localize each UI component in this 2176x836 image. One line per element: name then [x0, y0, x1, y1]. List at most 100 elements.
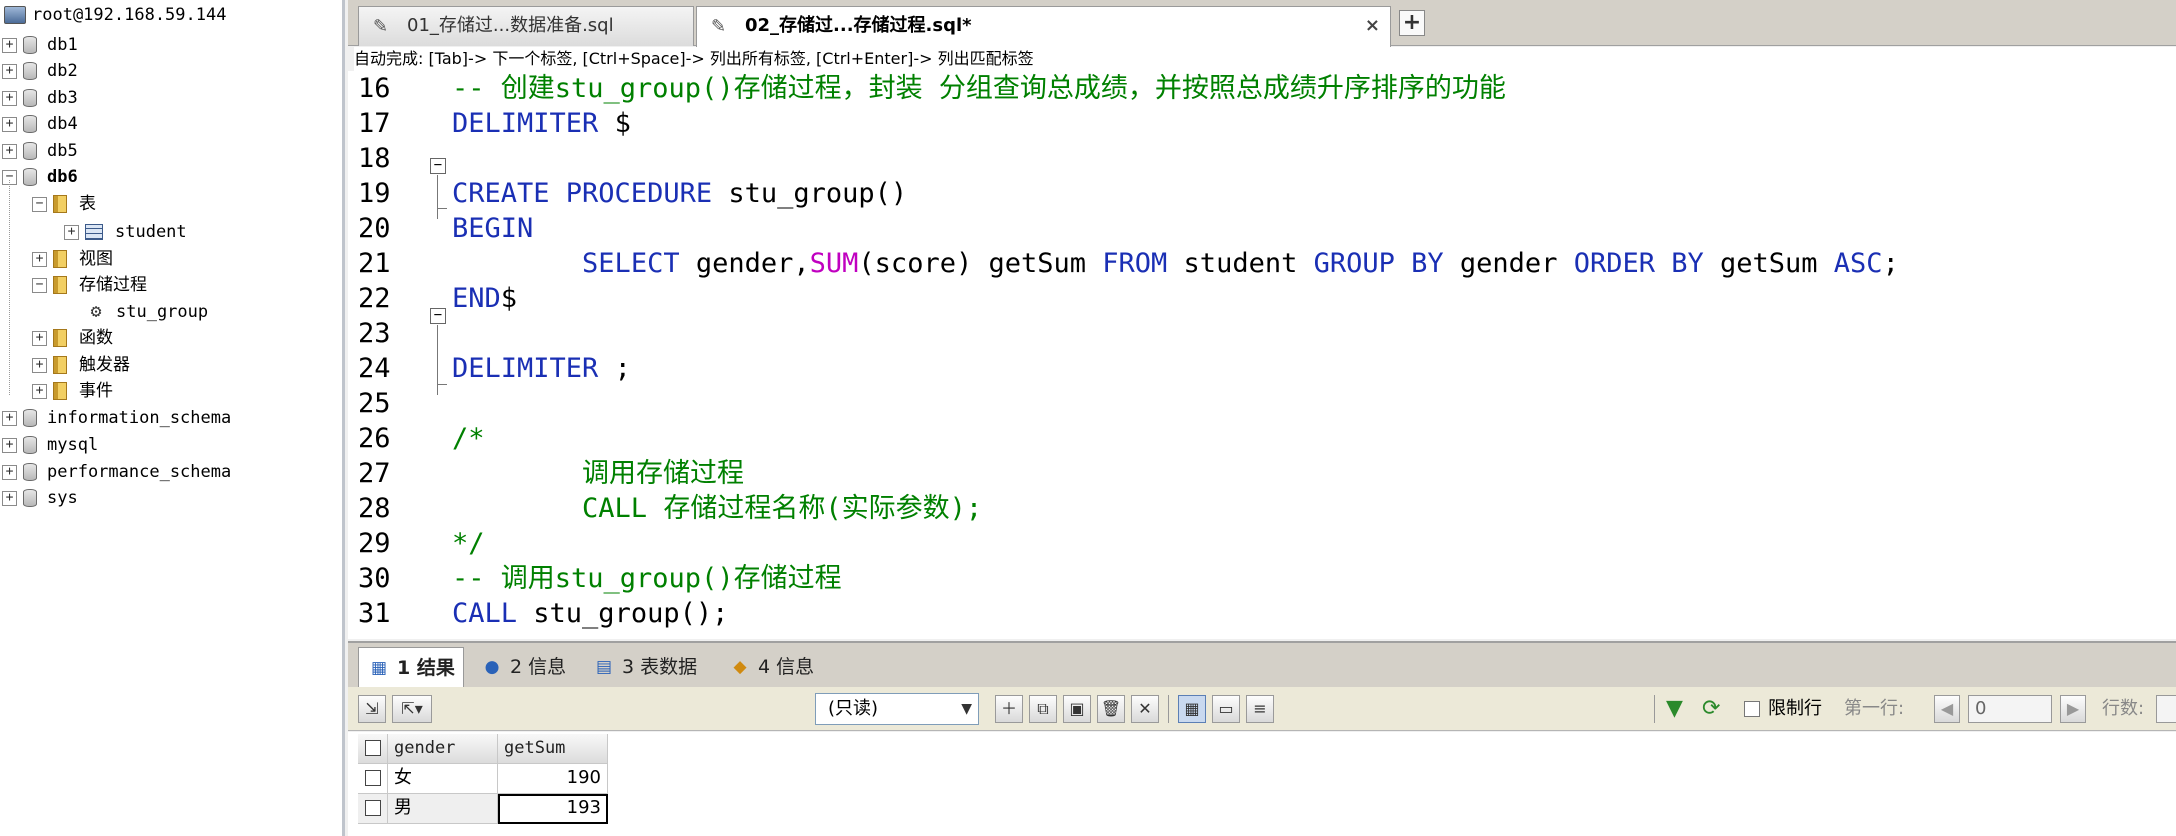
import-dropdown-icon[interactable]: ⇱▾: [392, 695, 432, 723]
tree-db-sys[interactable]: + sys: [2, 485, 78, 511]
folder-icon: [53, 195, 67, 213]
object-browser[interactable]: root@192.168.59.144 + db1 + db2 + db3 + db4 …: [0, 0, 345, 836]
fold-guide-end: [437, 208, 447, 209]
tree-db-db5[interactable]: + db5: [2, 138, 78, 164]
sql-editor[interactable]: − − 16 -- 创建stu_group()存储过程，封装 分组查询总成绩，并按…: [348, 71, 2176, 639]
cancel-changes-icon[interactable]: ✕: [1131, 695, 1159, 723]
export-icon[interactable]: ⇲: [358, 695, 386, 723]
refresh-icon[interactable]: ⟳: [1702, 687, 1720, 731]
tab-query-02[interactable]: ✎ 02_存储过...存储过程.sql* ×: [696, 6, 1391, 47]
tree-folder-procedures[interactable]: − 存储过程: [32, 272, 147, 298]
tree-server-label: root@192.168.59.144: [32, 5, 227, 25]
fold-toggle-icon[interactable]: −: [430, 308, 446, 324]
expand-icon[interactable]: +: [2, 90, 17, 106]
expand-icon[interactable]: +: [32, 383, 47, 399]
new-tab-button[interactable]: +: [1399, 10, 1425, 36]
tree-folder-label: 触发器: [79, 355, 130, 375]
tab-label: 结果: [416, 657, 455, 679]
tree-folder-tables[interactable]: − 表: [32, 191, 96, 217]
result-grid-icon: ▦: [370, 658, 388, 678]
cell-getsum[interactable]: 193: [498, 794, 608, 824]
tab-info[interactable]: ◆ 4 信息: [720, 647, 830, 687]
tree-db-db1[interactable]: + db1: [2, 32, 78, 58]
next-page-icon[interactable]: ▶: [2060, 695, 2086, 723]
result-grid[interactable]: gender getSum 女 190 男 193: [348, 732, 2176, 836]
prev-page-icon[interactable]: ◀: [1934, 695, 1960, 723]
row-checkbox[interactable]: [358, 764, 388, 794]
expand-icon[interactable]: +: [2, 37, 17, 53]
code-text: BEGIN: [452, 211, 533, 246]
tab-query-01[interactable]: ✎ 01_存储过...数据准备.sql: [358, 6, 694, 46]
column-header-gender[interactable]: gender: [388, 734, 498, 764]
tab-label: 表数据: [640, 656, 698, 678]
folder-icon: [53, 250, 67, 268]
select-all-checkbox[interactable]: [358, 734, 388, 764]
expand-icon[interactable]: +: [64, 224, 79, 240]
tree-db-db2[interactable]: + db2: [2, 58, 78, 84]
tree-folder-triggers[interactable]: + 触发器: [32, 352, 130, 378]
fold-guide-end: [437, 384, 447, 385]
form-view-icon[interactable]: ▭: [1212, 695, 1240, 723]
database-icon: [23, 489, 37, 507]
tree-server[interactable]: root@192.168.59.144: [4, 2, 226, 28]
tree-db-label: performance_schema: [47, 462, 232, 482]
cell-gender[interactable]: 女: [388, 764, 498, 794]
tree-db-db4[interactable]: + db4: [2, 111, 78, 137]
tree-db-db6[interactable]: − db6: [2, 164, 78, 190]
grid-view-icon[interactable]: ▦: [1178, 695, 1206, 723]
expand-icon[interactable]: +: [32, 357, 47, 373]
tree-folder-functions[interactable]: + 函数: [32, 325, 113, 351]
tree-proc-stu-group[interactable]: ⚙ stu_group: [86, 299, 209, 325]
filter-icon[interactable]: ▼: [1666, 687, 1683, 731]
cell-getsum[interactable]: 190: [498, 764, 608, 794]
tree-db-db3[interactable]: + db3: [2, 85, 78, 111]
tab-table-data[interactable]: ▤ 3 表数据: [584, 647, 708, 687]
tree-db-information-schema[interactable]: + information_schema: [2, 405, 231, 431]
expand-icon[interactable]: +: [2, 490, 17, 506]
code-token: 调用存储过程: [452, 458, 745, 489]
code-token: END: [452, 283, 501, 314]
line-number: 25: [358, 388, 391, 419]
insert-row-icon[interactable]: ＋: [995, 695, 1023, 723]
expand-icon[interactable]: +: [2, 63, 17, 79]
tree-table-student[interactable]: + student: [64, 219, 187, 245]
first-row-input[interactable]: 0: [1968, 695, 2052, 723]
limit-rows-checkbox[interactable]: [1744, 701, 1760, 717]
expand-icon[interactable]: +: [2, 116, 17, 132]
tab-messages[interactable]: ● 2 信息: [472, 647, 572, 687]
result-toolbar: ⇲ ⇱▾ (只读) ▼ ＋ ⧉ ▣ 🗑 ✕ ▦ ▭ ≡ ▼ ⟳ 限制行 第一行:…: [348, 687, 2176, 731]
expand-icon[interactable]: +: [2, 464, 17, 480]
save-icon[interactable]: ▣: [1063, 695, 1091, 723]
database-icon: [23, 115, 37, 133]
column-header-getsum[interactable]: getSum: [498, 734, 608, 764]
duplicate-row-icon[interactable]: ⧉: [1029, 695, 1057, 723]
delete-icon[interactable]: 🗑: [1097, 695, 1125, 723]
expand-icon[interactable]: +: [2, 143, 17, 159]
expand-icon[interactable]: +: [32, 330, 47, 346]
tree-folder-label: 事件: [79, 381, 113, 401]
code-token: CALL 存储过程名称(实际参数);: [452, 493, 983, 524]
tab-result[interactable]: ▦ 1 结果: [358, 647, 464, 687]
database-icon: [23, 89, 37, 107]
tree-folder-events[interactable]: + 事件: [32, 378, 113, 404]
code-token: (score) getSum: [858, 248, 1103, 279]
collapse-icon[interactable]: −: [32, 277, 47, 293]
text-view-icon[interactable]: ≡: [1246, 695, 1274, 723]
tree-folder-views[interactable]: + 视图: [32, 246, 113, 272]
close-tab-icon[interactable]: ×: [1365, 7, 1380, 45]
fold-toggle-icon[interactable]: −: [430, 158, 446, 174]
expand-icon[interactable]: +: [2, 410, 17, 426]
rows-label: 行数:: [2102, 698, 2145, 719]
tree-folder-label: 视图: [79, 249, 113, 269]
tree-db-mysql[interactable]: + mysql: [2, 432, 98, 458]
code-token: $: [598, 108, 631, 139]
expand-icon[interactable]: +: [32, 251, 47, 267]
cell-gender[interactable]: 男: [388, 794, 498, 824]
tree-db-label: db6: [47, 167, 78, 187]
readonly-select[interactable]: (只读) ▼: [815, 693, 979, 725]
expand-icon[interactable]: +: [2, 437, 17, 453]
rows-input[interactable]: [2156, 695, 2176, 723]
collapse-icon[interactable]: −: [32, 196, 47, 212]
tree-db-performance-schema[interactable]: + performance_schema: [2, 459, 231, 485]
row-checkbox[interactable]: [358, 794, 388, 824]
